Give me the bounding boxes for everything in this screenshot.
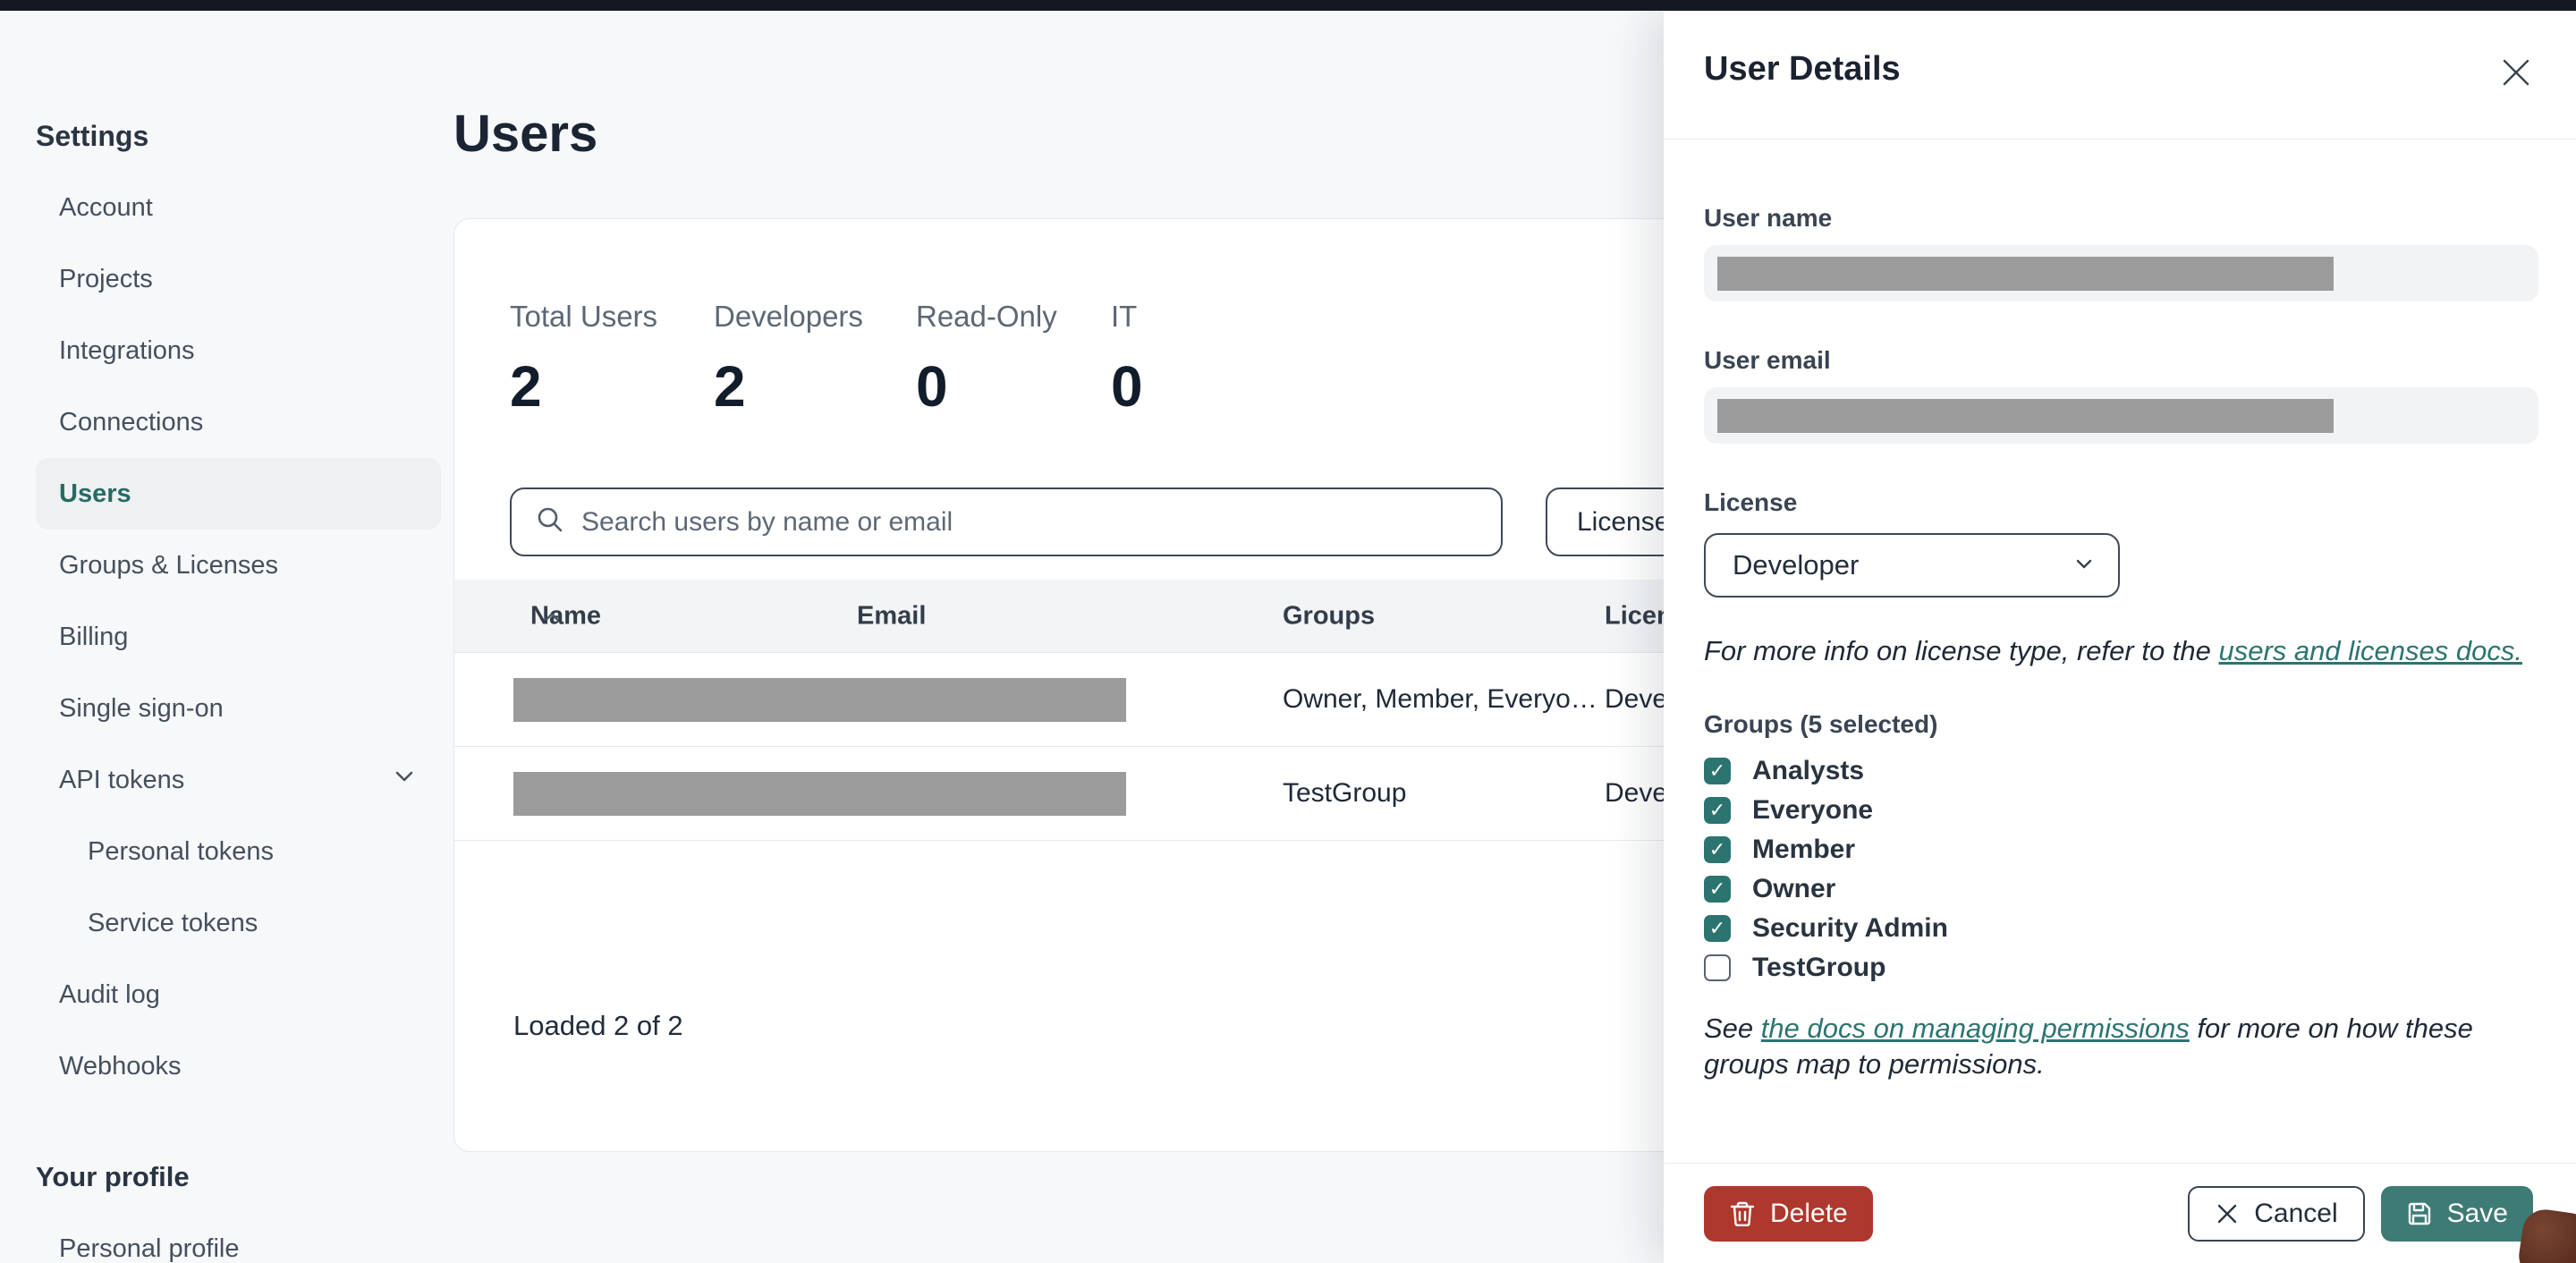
user-details-drawer: User Details User name User email Licens… (1664, 11, 2576, 1263)
stat-read-only: Read-Only 0 (916, 300, 1057, 419)
checkbox-security-admin[interactable]: ✓ Security Admin (1704, 909, 2538, 948)
users-table: Name Email Groups License Owner, Member,… (454, 580, 1727, 841)
column-header-groups[interactable]: Groups (1283, 601, 1375, 631)
loaded-status: Loaded 2 of 2 (513, 1010, 683, 1041)
table-row[interactable]: TestGroup Developer (454, 747, 1727, 841)
license-note: For more info on license type, refer to … (1704, 635, 2522, 666)
sidebar-item-api-tokens[interactable]: API tokens (36, 744, 441, 816)
checkbox-member[interactable]: ✓ Member (1704, 830, 2538, 869)
sidebar-item-billing[interactable]: Billing (36, 601, 441, 673)
sidebar-item-users[interactable]: Users (36, 458, 441, 530)
chevron-down-icon (2072, 551, 2097, 581)
drawer-title: User Details (1704, 50, 1901, 88)
drawer-body: User name User email License Developer F… (1664, 140, 2576, 1163)
search-input[interactable] (581, 506, 1478, 538)
close-icon[interactable] (2496, 52, 2537, 93)
drawer-footer: Delete Cancel Save (1664, 1163, 2576, 1263)
cancel-button[interactable]: Cancel (2188, 1185, 2365, 1242)
redacted-user-name (1717, 256, 2334, 291)
page-title: Users (453, 105, 598, 163)
checkbox-analysts[interactable]: ✓ Analysts (1704, 751, 2538, 791)
user-email-label: User email (1704, 346, 1831, 374)
checkbox-testgroup[interactable]: ✓ TestGroup (1704, 948, 2538, 988)
groups-label: Groups (5 selected) (1704, 710, 1938, 738)
license-label: License (1704, 488, 1798, 516)
user-stats: Total Users 2 Developers 2 Read-Only 0 I… (510, 300, 1143, 420)
checkbox-icon: ✓ (1704, 954, 1731, 981)
user-email-field[interactable] (1704, 387, 2538, 444)
sidebar-item-webhooks[interactable]: Webhooks (36, 1030, 441, 1102)
checkbox-icon: ✓ (1704, 876, 1731, 903)
sidebar-item-personal-profile[interactable]: Personal profile (36, 1213, 441, 1263)
redacted-name-email (513, 772, 1126, 816)
users-licenses-docs-link[interactable]: users and licenses docs. (2219, 635, 2522, 666)
profile-heading: Your profile (36, 1161, 190, 1192)
checkbox-icon: ✓ (1704, 836, 1731, 863)
sidebar-item-groups-licenses[interactable]: Groups & Licenses (36, 530, 441, 601)
drawer-header: User Details (1664, 11, 2576, 140)
redacted-user-email (1717, 398, 2334, 433)
checkbox-icon: ✓ (1704, 758, 1731, 784)
table-header: Name Email Groups License (454, 580, 1705, 653)
stat-total-users: Total Users 2 (510, 300, 658, 419)
sidebar-item-service-tokens[interactable]: Service tokens (36, 887, 441, 959)
trash-icon (1730, 1201, 1755, 1226)
user-name-label: User name (1704, 204, 1833, 232)
table-row[interactable]: Owner, Member, Everyo… Developer (454, 653, 1727, 747)
save-button[interactable]: Save (2380, 1185, 2533, 1242)
sidebar-heading: Settings (36, 119, 149, 152)
redacted-name-email (513, 678, 1126, 722)
license-select[interactable]: Developer (1704, 533, 2120, 598)
checkbox-icon: ✓ (1704, 915, 1731, 942)
checkbox-everyone[interactable]: ✓ Everyone (1704, 791, 2538, 830)
groups-checkbox-list: ✓ Analysts ✓ Everyone ✓ Member ✓ Owner ✓ (1704, 751, 2538, 988)
top-window-bar (0, 0, 2576, 11)
sidebar-item-integrations[interactable]: Integrations (36, 315, 441, 386)
user-name-field[interactable] (1704, 245, 2538, 301)
delete-button[interactable]: Delete (1704, 1185, 1873, 1242)
stat-developers: Developers 2 (714, 300, 863, 419)
sidebar-item-account[interactable]: Account (36, 172, 441, 243)
search-users-box[interactable] (510, 487, 1503, 556)
sidebar-item-projects[interactable]: Projects (36, 243, 441, 315)
permissions-note: See the docs on managing permissions for… (1704, 1013, 2473, 1080)
settings-sidebar: Settings Account Projects Integrations C… (0, 11, 452, 1263)
sidebar-item-single-sign-on[interactable]: Single sign-on (36, 673, 441, 744)
column-header-email[interactable]: Email (857, 601, 926, 631)
search-icon (535, 504, 565, 539)
chevron-down-icon (391, 763, 418, 797)
managing-permissions-docs-link[interactable]: the docs on managing permissions (1761, 1013, 2190, 1044)
sort-ascending-icon (543, 601, 561, 631)
row-groups-cell: Owner, Member, Everyo… (1283, 684, 1597, 714)
x-icon (2218, 1204, 2237, 1223)
checkbox-owner[interactable]: ✓ Owner (1704, 869, 2538, 909)
save-icon (2408, 1202, 2430, 1225)
row-groups-cell: TestGroup (1283, 778, 1407, 808)
checkbox-icon: ✓ (1704, 797, 1731, 824)
stat-it: IT 0 (1111, 300, 1143, 419)
users-card: Total Users 2 Developers 2 Read-Only 0 I… (453, 218, 1769, 1152)
sidebar-item-audit-log[interactable]: Audit log (36, 959, 441, 1030)
sidebar-item-connections[interactable]: Connections (36, 386, 441, 458)
sidebar-item-personal-tokens[interactable]: Personal tokens (36, 816, 441, 887)
